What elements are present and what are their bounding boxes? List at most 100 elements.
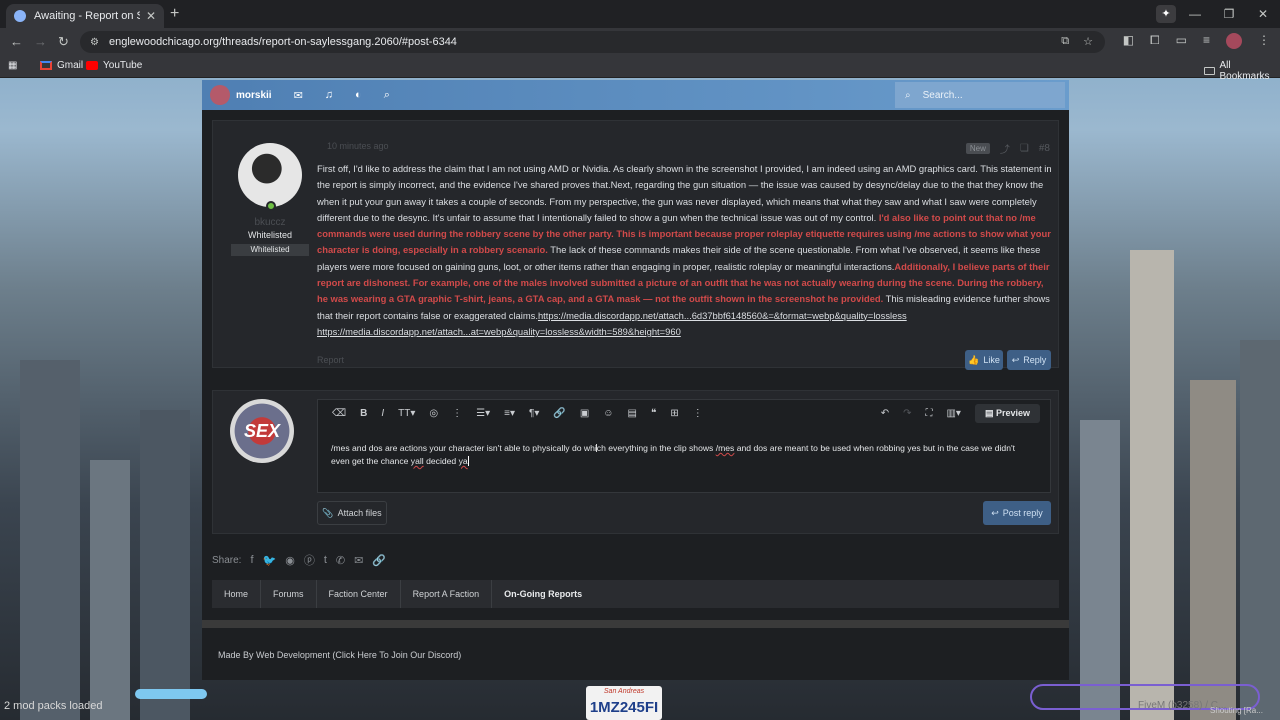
table-icon[interactable]: ⊞ — [670, 408, 678, 419]
reply-avatar: SEX — [230, 399, 294, 463]
italic-icon[interactable]: I — [381, 408, 384, 419]
editor-text-segment: decided — [423, 456, 459, 466]
share-icon[interactable]: ⤴ — [1000, 141, 1010, 156]
browser-tab-bar: Awaiting - Report on Saylessgang... ✕ + … — [0, 0, 1280, 28]
breadcrumb-ongoing-reports[interactable]: On-Going Reports — [492, 580, 594, 608]
search-placeholder: Search... — [922, 89, 963, 101]
tumblr-icon[interactable]: t — [324, 554, 327, 566]
alerts-bell-icon[interactable]: ♫ — [325, 89, 333, 101]
paperclip-icon: 📎 — [322, 507, 334, 518]
undo-icon[interactable]: ↶ — [881, 408, 889, 419]
text-caret — [467, 456, 469, 466]
breadcrumb-faction-center[interactable]: Faction Center — [317, 580, 401, 608]
menu-icon[interactable]: ⋮ — [1258, 33, 1270, 49]
quote-icon[interactable]: ❝ — [651, 408, 656, 419]
forum-nav-bar: morskii ✉ ♫ ◐ ⌕ ⌕ Search... — [202, 80, 1069, 110]
back-icon[interactable]: ← — [10, 34, 23, 49]
reply-button[interactable]: ↩ Reply — [1007, 350, 1051, 370]
align-icon[interactable]: ≡▾ — [504, 408, 515, 419]
editor-text[interactable]: /mes and dos are actions your character … — [331, 442, 1031, 468]
bookmark-icon[interactable]: ❏ — [1020, 143, 1029, 154]
media-icon[interactable]: ≡ — [1203, 33, 1210, 49]
footer-link[interactable]: Made By Web Development (Click Here To J… — [218, 650, 461, 660]
more-text-icon[interactable]: ⋮ — [452, 408, 462, 419]
breadcrumb-home[interactable]: Home — [212, 580, 262, 608]
reply-editor[interactable]: ⌫ B I TT▾ ◎ ⋮ ☰▾ ≡▾ ¶▾ 🔗 ▣ ☺ ▤ ❝ ⊞ ⋮ ↶ ↷ — [317, 399, 1051, 493]
gemini-icon[interactable]: ✦ — [1156, 5, 1176, 23]
facebook-icon[interactable]: f — [250, 554, 253, 566]
breadcrumb-forums[interactable]: Forums — [261, 580, 317, 608]
browser-tab[interactable]: Awaiting - Report on Saylessgang... ✕ — [6, 4, 164, 28]
eraser-icon[interactable]: ⌫ — [332, 408, 346, 419]
cast-icon[interactable]: ⧉ — [1061, 35, 1069, 48]
author-title: Whitelisted — [247, 230, 292, 240]
search-icon[interactable]: ⌕ — [384, 89, 390, 102]
link-icon[interactable]: 🔗 — [553, 408, 565, 419]
author-name[interactable]: bkuccz — [227, 217, 313, 228]
drafts-icon[interactable]: ▥▾ — [946, 408, 960, 419]
preview-button[interactable]: ▤ Preview — [974, 404, 1040, 423]
search-input[interactable]: ⌕ Search... — [895, 82, 1065, 108]
profile-avatar[interactable] — [1226, 33, 1242, 49]
online-indicator — [266, 201, 276, 211]
bookmark-youtube[interactable]: YouTube — [86, 60, 142, 71]
like-button[interactable]: 👍 Like — [965, 350, 1003, 370]
report-link[interactable]: Report — [317, 355, 344, 365]
theme-toggle-icon[interactable]: ◐ — [355, 89, 362, 101]
post-body: First off, I'd like to address the claim… — [317, 161, 1055, 340]
post-number[interactable]: #8 — [1039, 143, 1050, 154]
media-icon[interactable]: ▤ — [628, 408, 637, 419]
close-window-icon[interactable]: ✕ — [1246, 7, 1280, 21]
link-icon[interactable]: 🔗 — [372, 554, 386, 567]
email-icon[interactable]: ✉ — [354, 554, 363, 567]
share-label: Share: — [212, 554, 242, 566]
text-size-icon[interactable]: TT▾ — [398, 408, 415, 419]
attach-files-button[interactable]: 📎 Attach files — [317, 501, 387, 525]
all-bookmarks[interactable]: All Bookmarks — [1204, 60, 1280, 82]
post-actions: New ⤴ ❏ #8 — [965, 141, 1050, 156]
site-info-icon[interactable]: ⚙ — [90, 37, 99, 48]
palette-icon[interactable]: ◎ — [429, 408, 438, 419]
forward-icon[interactable]: → — [34, 34, 47, 49]
close-tab-icon[interactable]: ✕ — [146, 9, 156, 23]
author-avatar[interactable] — [238, 143, 302, 211]
editor-text-segment: yall — [410, 456, 424, 466]
reddit-icon[interactable]: ◉ — [285, 554, 295, 567]
bold-icon[interactable]: B — [360, 408, 367, 419]
user-avatar[interactable] — [210, 85, 230, 105]
reload-icon[interactable]: ↻ — [58, 34, 69, 50]
breadcrumb-report-a-faction[interactable]: Report A Faction — [401, 580, 493, 608]
image-icon[interactable]: ▣ — [580, 408, 589, 419]
emoji-icon[interactable]: ☺ — [603, 408, 613, 419]
extension-icon[interactable]: ◧ — [1123, 33, 1134, 49]
nav-username[interactable]: morskii — [236, 90, 272, 101]
apps-icon[interactable]: ▦ — [8, 60, 17, 71]
minimize-icon[interactable]: — — [1178, 7, 1212, 21]
bookmark-gmail[interactable]: Gmail — [40, 60, 83, 71]
twitter-icon[interactable]: 🐦 — [263, 554, 277, 567]
post-link[interactable]: https://media.discordapp.net/attach...6d… — [538, 310, 907, 321]
more-insert-icon[interactable]: ⋮ — [693, 408, 703, 419]
sidepanel-icon[interactable]: ▭ — [1176, 33, 1187, 49]
thumbs-up-icon: 👍 — [968, 354, 980, 365]
like-label: Like — [983, 355, 1000, 365]
post-link[interactable]: https://media.discordapp.net/attach...at… — [317, 326, 681, 337]
inbox-icon[interactable]: ✉ — [294, 89, 303, 102]
pinterest-icon[interactable]: ⓟ — [304, 552, 315, 568]
puzzle-icon[interactable]: ⧠ — [1150, 33, 1160, 49]
extensions-bar: ◧ ⧠ ▭ ≡ ⋮ — [1123, 33, 1270, 49]
post-reply-button[interactable]: ↩ Post reply — [983, 501, 1051, 525]
bookmark-star-icon[interactable]: ☆ — [1083, 35, 1093, 48]
folder-icon — [1204, 67, 1215, 75]
post-time[interactable]: 10 minutes ago — [327, 141, 389, 151]
fullscreen-icon[interactable]: ⛶ — [925, 408, 932, 419]
omnibox[interactable]: ⚙ englewoodchicago.org/threads/report-on… — [80, 31, 1105, 53]
new-tab-icon[interactable]: + — [170, 5, 179, 23]
list-icon[interactable]: ☰▾ — [476, 408, 490, 419]
restore-icon[interactable]: ❐ — [1212, 7, 1246, 21]
voice-status: Shouting [Ra... — [1210, 706, 1263, 715]
window-controls: — ❐ ✕ — [1178, 0, 1280, 28]
paragraph-icon[interactable]: ¶▾ — [529, 408, 539, 419]
whatsapp-icon[interactable]: ✆ — [336, 554, 345, 567]
redo-icon[interactable]: ↷ — [903, 408, 911, 419]
